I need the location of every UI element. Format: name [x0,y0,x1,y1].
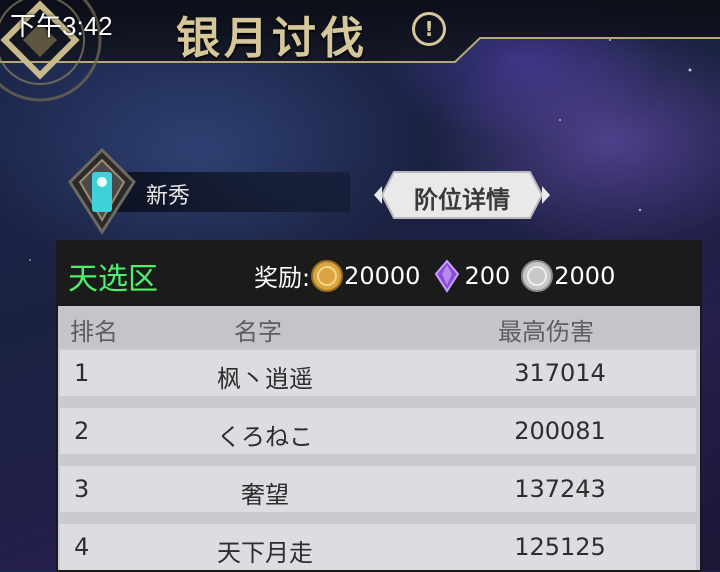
rank-tier-label: 新秀 [146,184,191,209]
row-name: 枫丶逍遥 [217,365,313,393]
table-row[interactable]: 2 くろねこ 200081 [60,408,696,454]
silver-coin-icon [521,259,554,292]
rank-detail-button[interactable]: 阶位详情 [372,168,552,222]
table-row[interactable]: 4 天下月走 125125 [60,524,696,570]
row-rank: 2 [74,417,90,445]
row-damage: 200081 [514,417,606,445]
table-header: 排名 名字 最高伤害 [58,306,700,348]
row-name: 奢望 [241,481,289,509]
panel-header: 天选区 奖励: 20000 200 2000 [58,242,700,306]
silver-amount: 2000 [554,261,616,290]
page-title: 银月讨伐 [176,13,368,64]
column-damage: 最高伤害 [498,318,594,346]
column-rank: 排名 [70,318,118,346]
purple-crystal-icon [435,258,460,293]
row-damage: 137243 [514,475,606,503]
row-name: 天下月走 [217,539,313,567]
row-damage: 317014 [514,359,606,387]
gold-amount: 20000 [344,261,421,290]
rank-tier-badge-icon [68,147,136,235]
rank-detail-button-label: 阶位详情 [414,186,510,214]
leaderboard-panel: 天选区 奖励: 20000 200 2000 排名 名字 最高伤害 1 枫丶逍遥… [56,240,702,572]
crystal-amount: 200 [464,261,511,290]
row-damage: 125125 [514,533,606,561]
row-rank: 4 [74,533,90,561]
gold-coin-icon [311,259,344,292]
status-time: 下午3:42 [10,11,113,41]
row-name: くろねこ [217,423,313,451]
row-rank: 3 [74,475,90,503]
column-name: 名字 [234,318,282,346]
info-button[interactable]: ! [412,12,446,46]
table-row[interactable]: 1 枫丶逍遥 317014 [60,350,696,396]
rewards-label: 奖励: [254,264,311,292]
row-rank: 1 [74,359,90,387]
table-row[interactable]: 3 奢望 137243 [60,466,696,512]
rewards-row: 奖励: 20000 200 2000 [254,258,615,293]
zone-name: 天选区 [68,262,158,297]
